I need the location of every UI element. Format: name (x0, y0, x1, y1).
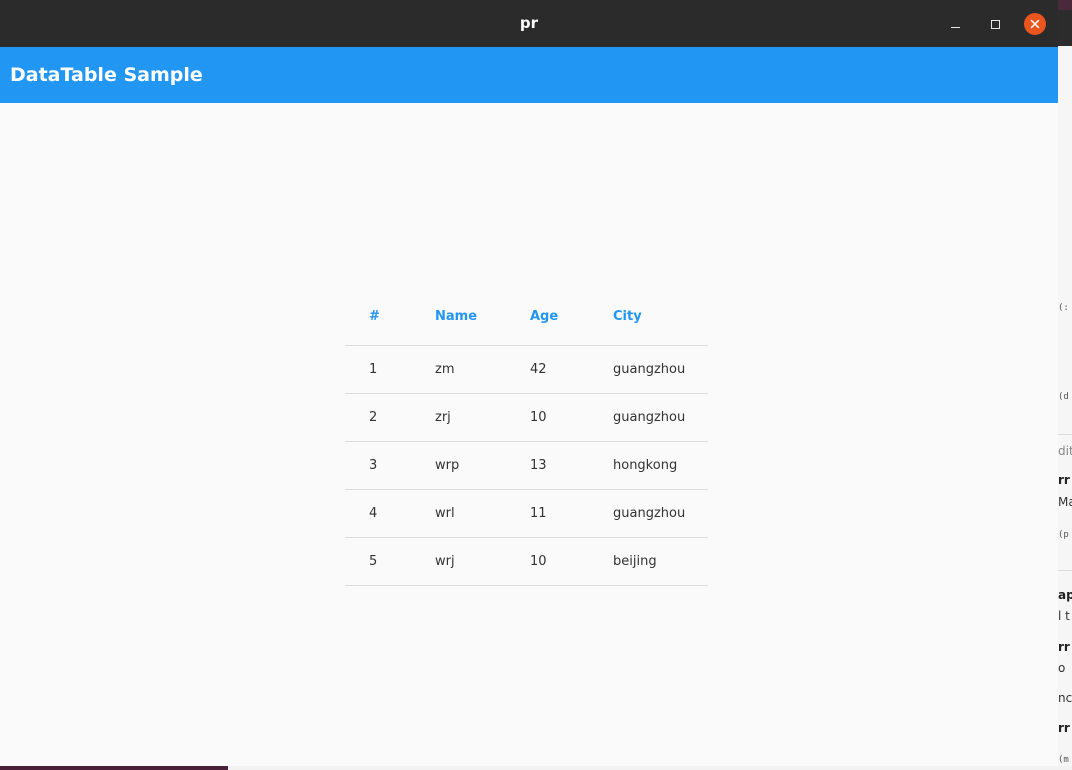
background-divider (1058, 570, 1072, 571)
cell-index: 3 (369, 458, 378, 473)
data-table: # Name Age City 1 zm 42 guangzhou 2 zrj … (345, 288, 708, 586)
cell-city: guangzhou (613, 410, 686, 425)
cell-age: 10 (530, 554, 547, 569)
table-row[interactable]: 5 wrj 10 beijing (345, 538, 708, 586)
background-text-fragment: ap (1058, 588, 1072, 602)
cell-name: zrj (435, 410, 451, 425)
table-row[interactable]: 3 wrp 13 hongkong (345, 442, 708, 490)
cell-name: zm (435, 362, 455, 377)
background-text-fragment: (m (1058, 755, 1069, 765)
background-text-fragment: dit (1058, 444, 1072, 458)
background-text-fragment: (: (1058, 303, 1069, 313)
background-text-fragment: rr (1058, 721, 1070, 735)
cell-name: wrl (435, 506, 455, 521)
cell-name: wrp (435, 458, 460, 473)
app-bar: DataTable Sample (0, 47, 1058, 103)
background-text-fragment: nc (1058, 691, 1072, 705)
minimize-button[interactable] (944, 13, 966, 35)
maximize-button[interactable] (984, 13, 1006, 35)
cell-index: 4 (369, 506, 378, 521)
table-row[interactable]: 2 zrj 10 guangzhou (345, 394, 708, 442)
minimize-icon (950, 26, 960, 29)
cell-age: 11 (530, 506, 547, 521)
cell-index: 5 (369, 554, 378, 569)
background-text-fragment: o (1058, 661, 1066, 675)
background-bottom-strip (0, 766, 1072, 770)
cell-city: guangzhou (613, 506, 686, 521)
main-content: # Name Age City 1 zm 42 guangzhou 2 zrj … (0, 103, 1058, 766)
close-button[interactable] (1024, 13, 1046, 35)
column-header-city[interactable]: City (613, 288, 642, 345)
background-toolbar (1058, 10, 1072, 46)
background-text-fragment: l t (1058, 609, 1070, 623)
cell-age: 13 (530, 458, 547, 473)
window-title: pr (519, 14, 539, 32)
maximize-icon (990, 19, 1000, 29)
background-text-fragment: (p (1058, 530, 1069, 540)
background-text-fragment: rr (1058, 640, 1070, 654)
cell-city: guangzhou (613, 362, 686, 377)
background-text-fragment: rr (1058, 473, 1070, 487)
cell-city: beijing (613, 554, 657, 569)
column-header-name[interactable]: Name (435, 288, 477, 345)
table-header-row: # Name Age City (345, 288, 708, 346)
cell-city: hongkong (613, 458, 678, 473)
column-header-index[interactable]: # (369, 288, 380, 345)
cell-age: 42 (530, 362, 547, 377)
cell-name: wrj (435, 554, 455, 569)
cell-index: 2 (369, 410, 378, 425)
background-text-fragment: (d (1058, 392, 1069, 402)
background-dock-edge (0, 766, 228, 770)
cell-age: 10 (530, 410, 547, 425)
background-window: (: (d dit rr Ma (p ap l t rr o nc rr (m (1058, 0, 1072, 770)
background-text-fragment: Ma (1058, 495, 1072, 509)
close-icon (1030, 19, 1040, 29)
background-divider (1058, 434, 1072, 435)
table-row[interactable]: 4 wrl 11 guangzhou (345, 490, 708, 538)
cell-index: 1 (369, 362, 378, 377)
page-title: DataTable Sample (10, 64, 203, 86)
background-top-strip (1058, 0, 1072, 10)
column-header-age[interactable]: Age (530, 288, 558, 345)
table-row[interactable]: 1 zm 42 guangzhou (345, 346, 708, 394)
window-titlebar[interactable]: pr (0, 0, 1058, 47)
app-window: pr DataTable Sample # Name Age City 1 zm… (0, 0, 1058, 766)
